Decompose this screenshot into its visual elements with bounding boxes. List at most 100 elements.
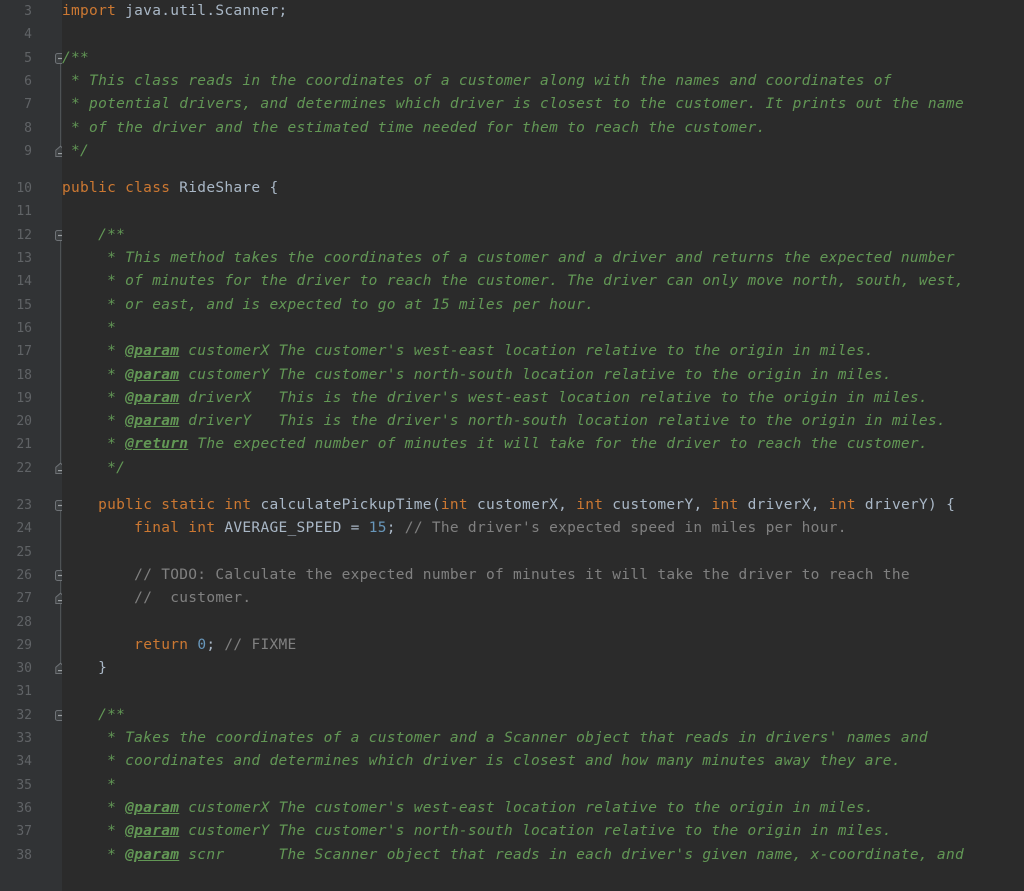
code-line[interactable]: // customer. xyxy=(62,587,251,610)
code-line[interactable]: return 0; // FIXME xyxy=(62,634,297,657)
code-token-doc: /** xyxy=(62,226,126,243)
code-token-doc: * xyxy=(62,319,117,336)
code-line[interactable]: */ xyxy=(62,457,125,480)
code-token-doc: * This method takes the coordinates of a… xyxy=(62,250,955,266)
line-number: 18 xyxy=(16,367,32,383)
code-token-id: customerX xyxy=(476,497,559,513)
code-line[interactable]: } xyxy=(62,657,107,680)
line-number: 19 xyxy=(16,390,32,406)
code-line[interactable]: * @return The expected number of minutes… xyxy=(62,433,928,456)
code-editor[interactable]: 3 4 5 6 7 8 9 10 11 12 13 14 15 16 17 18 19 20 21 22 23 24 25 2… xyxy=(0,0,1024,891)
code-token-doctag: @param xyxy=(125,799,180,816)
code-line[interactable]: * @param customerX The customer's west-e… xyxy=(62,797,874,820)
line-number: 7 xyxy=(24,97,32,113)
code-line[interactable]: * xyxy=(62,774,116,797)
line-number: 9 xyxy=(24,143,32,159)
code-line[interactable]: // TODO: Calculate the expected number o… xyxy=(62,564,910,587)
code-token-doc: * coordinates and determines which drive… xyxy=(62,753,901,770)
code-line[interactable]: * @param driverX This is the driver's we… xyxy=(62,387,928,410)
line-number: 21 xyxy=(16,437,32,453)
code-token-kw: final int xyxy=(134,520,225,537)
code-line[interactable]: * coordinates and determines which drive… xyxy=(62,750,901,773)
code-token-doc: * This class reads in the coordinates of… xyxy=(62,72,892,89)
code-line[interactable]: * xyxy=(62,317,116,340)
code-content-area[interactable]: import java.util.Scanner; /** * This clas… xyxy=(62,0,1024,891)
code-line[interactable]: * of minutes for the driver to reach the… xyxy=(62,270,964,293)
code-token-id: customerY xyxy=(612,497,694,513)
code-line[interactable]: * potential drivers, and determines whic… xyxy=(62,93,964,116)
line-number: 35 xyxy=(16,777,32,793)
line-number: 17 xyxy=(16,344,32,360)
code-token-kw: int xyxy=(440,497,477,513)
code-line[interactable]: final int AVERAGE_SPEED = 15; // The dri… xyxy=(62,517,847,540)
code-token-doc: * xyxy=(62,343,126,360)
code-line[interactable]: * @param customerX The customer's west-e… xyxy=(62,340,874,363)
code-token-pun: , xyxy=(693,497,712,513)
code-line[interactable]: * @param scnr The Scanner object that re… xyxy=(62,844,964,867)
code-token-kw: int xyxy=(711,497,748,513)
line-number: 24 xyxy=(16,521,32,537)
code-token-num: 15 xyxy=(368,520,387,537)
code-token-pun xyxy=(62,590,134,606)
code-token-kw: int xyxy=(828,497,865,513)
code-token-pun xyxy=(62,567,134,583)
fold-region-line xyxy=(60,235,61,469)
code-line[interactable]: * of the driver and the estimated time n… xyxy=(62,117,766,140)
code-line[interactable]: /** xyxy=(62,47,89,70)
code-token-pun: , xyxy=(810,497,829,513)
code-line[interactable]: import java.util.Scanner; xyxy=(62,0,288,23)
code-token-doc: customerX The customer's west-east locat… xyxy=(179,799,874,816)
code-line[interactable]: public static int calculatePickupTime(in… xyxy=(62,494,955,517)
line-number: 30 xyxy=(16,661,32,677)
code-token-doc: driverX This is the driver's west-east l… xyxy=(179,389,928,406)
fold-region-line xyxy=(60,58,61,152)
code-token-doctag: @param xyxy=(125,366,180,383)
code-token-kw: import xyxy=(62,3,126,19)
code-token-id: RideShare xyxy=(179,180,270,197)
code-token-doc: * xyxy=(62,776,117,793)
code-token-pun xyxy=(62,637,134,653)
code-token-doc: * potential drivers, and determines whic… xyxy=(62,96,964,113)
code-line[interactable]: * @param customerY The customer's north-… xyxy=(62,364,892,387)
code-token-doctag: @return xyxy=(125,436,189,453)
code-token-id: calculatePickupTime xyxy=(260,497,432,513)
code-line[interactable]: /** xyxy=(62,224,125,247)
code-token-kw: public static int xyxy=(98,497,261,513)
code-line[interactable]: * @param customerY The customer's north-… xyxy=(62,820,892,843)
code-token-num: 0 xyxy=(197,636,207,653)
code-token-id: driverY xyxy=(864,497,929,513)
code-token-doc: /** xyxy=(62,706,126,723)
line-number: 23 xyxy=(16,498,32,513)
code-line[interactable]: public class RideShare { xyxy=(62,177,279,200)
code-line[interactable]: * Takes the coordinates of a customer an… xyxy=(62,727,928,750)
code-token-pun: ; xyxy=(278,3,288,19)
line-number: 28 xyxy=(16,614,32,630)
code-token-doc: * xyxy=(62,799,126,816)
code-line[interactable]: * This method takes the coordinates of a… xyxy=(62,247,955,270)
line-number: 16 xyxy=(16,320,32,336)
line-number: 31 xyxy=(16,684,32,700)
code-token-doc: * Takes the coordinates of a customer an… xyxy=(62,730,928,746)
code-token-doc: * xyxy=(62,846,126,863)
line-number: 33 xyxy=(16,731,32,746)
code-line[interactable]: * @param driverY This is the driver's no… xyxy=(62,410,946,433)
code-token-doc: scnr The Scanner object that reads in ea… xyxy=(179,846,964,863)
line-number: 32 xyxy=(16,707,32,723)
code-token-pun xyxy=(62,497,98,513)
editor-gutter[interactable]: 3 4 5 6 7 8 9 10 11 12 13 14 15 16 17 18 19 20 21 22 23 24 25 2… xyxy=(0,0,66,891)
code-token-doc: /** xyxy=(62,49,90,66)
line-number: 22 xyxy=(16,460,32,476)
code-token-pun xyxy=(62,520,134,536)
code-token-pun: { xyxy=(269,180,279,197)
line-number: 8 xyxy=(24,120,32,136)
code-token-doc: * of minutes for the driver to reach the… xyxy=(62,273,964,290)
line-number: 27 xyxy=(16,591,32,607)
code-line[interactable]: * This class reads in the coordinates of… xyxy=(62,70,892,93)
code-line[interactable]: /** xyxy=(62,704,125,727)
code-token-doc: * or east, and is expected to go at 15 m… xyxy=(62,296,595,313)
line-number: 14 xyxy=(16,274,32,290)
code-token-pun: ; xyxy=(206,636,225,653)
code-line[interactable]: * or east, and is expected to go at 15 m… xyxy=(62,294,594,317)
code-line[interactable]: */ xyxy=(62,140,89,163)
line-number: 5 xyxy=(24,50,32,66)
